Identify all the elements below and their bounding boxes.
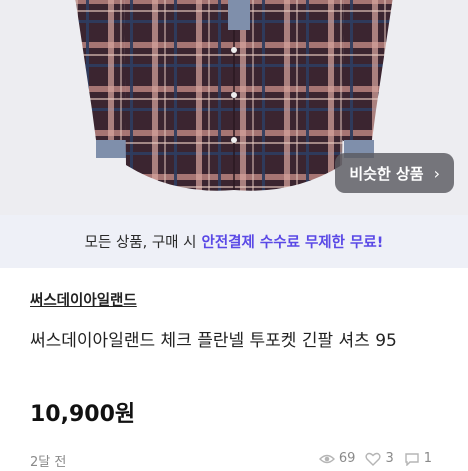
chevron-right-icon: ›	[433, 163, 440, 183]
product-stats: 69 3 1	[318, 451, 438, 466]
similar-products-button[interactable]: 비슷한 상품 ›	[335, 153, 454, 193]
product-image[interactable]: 비슷한 상품 ›	[0, 0, 468, 215]
posted-time: 2달 전	[30, 455, 67, 470]
safe-payment-banner[interactable]: 모든 상품, 구매 시 안전결제 수수료 무제한 무료!	[0, 215, 468, 268]
similar-products-label: 비슷한 상품	[349, 164, 424, 183]
heart-icon	[365, 452, 382, 466]
product-title: 써스데이아일랜드 체크 플란넬 투포켓 긴팔 셔츠 95	[30, 331, 397, 351]
product-price: 10,900원	[30, 402, 136, 427]
chats-count: 1	[423, 451, 432, 466]
likes-count: 3	[385, 451, 394, 466]
product-meta: 2달 전 69 3 1	[30, 451, 438, 471]
banner-prefix: 모든 상품, 구매 시	[84, 235, 197, 251]
shop-name-link[interactable]: 써스데이아일랜드	[30, 289, 137, 310]
chat-icon	[405, 452, 419, 466]
views-count: 69	[338, 451, 356, 466]
eye-icon	[318, 454, 335, 463]
banner-highlight: 안전결제 수수료 무제한 무료!	[201, 235, 384, 251]
